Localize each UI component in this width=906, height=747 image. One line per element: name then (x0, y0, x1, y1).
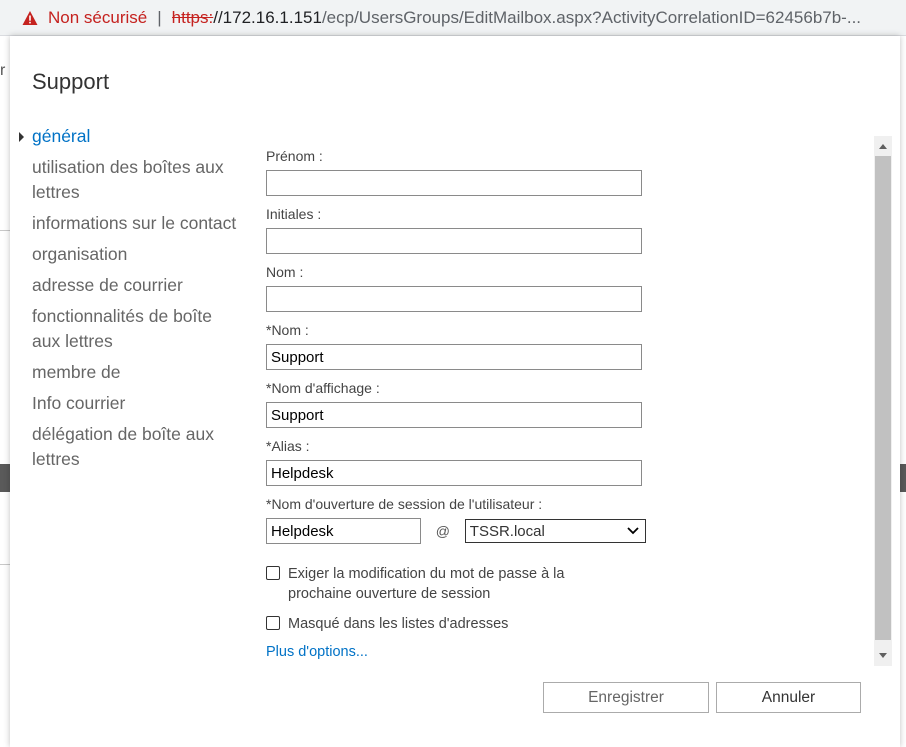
alias-input[interactable] (266, 460, 642, 486)
background-divider (0, 230, 10, 231)
logon-name-row: @ TSSR.local (266, 518, 646, 544)
require-password-change-checkbox[interactable] (266, 566, 280, 580)
address-bar[interactable]: Non sécurisé | https://172.16.1.151/ecp/… (0, 0, 906, 36)
address-separator: | (157, 7, 162, 27)
hidden-from-address-lists-option[interactable]: Masqué dans les listes d'adresses (266, 614, 596, 634)
nav-item-mailbox-delegation[interactable]: délégation de boîte aux lettres (32, 422, 242, 472)
last-name-label: Nom : (266, 264, 304, 280)
edit-mailbox-dialog: Support général utilisation des boîtes a… (10, 36, 900, 747)
scroll-up-icon[interactable] (874, 138, 892, 156)
more-options-link[interactable]: Plus d'options... (266, 644, 368, 660)
domain-select[interactable]: TSSR.local (464, 519, 646, 543)
caret-right-icon (19, 132, 24, 142)
logon-name-label: *Nom d'ouverture de session de l'utilisa… (266, 496, 543, 512)
background-divider (0, 564, 10, 565)
general-form: Prénom : Initiales : Nom : *Nom : *Nom d… (266, 146, 646, 660)
last-name-input[interactable] (266, 286, 642, 312)
require-password-change-label: Exiger la modification du mot de passe à… (288, 566, 565, 602)
scrollbar[interactable] (874, 136, 892, 666)
initials-input[interactable] (266, 228, 642, 254)
alias-label: *Alias : (266, 438, 310, 454)
warning-icon (22, 10, 38, 25)
nav-item-general[interactable]: général (19, 124, 242, 149)
domain-select-value: TSSR.local (469, 522, 545, 540)
nav-item-mailtip[interactable]: Info courrier (32, 391, 242, 416)
nav-item-mailbox-features[interactable]: fonctionnalités de boîte aux lettres (32, 304, 242, 354)
url-path: /ecp/UsersGroups/EditMailbox.aspx?Activi… (321, 7, 862, 27)
nav-item-email-address[interactable]: adresse de courrier (32, 273, 242, 298)
nav-item-contact-information[interactable]: informations sur le contact (32, 211, 242, 236)
background-page-text: r (0, 62, 6, 79)
scroll-down-icon[interactable] (874, 646, 892, 664)
chevron-down-icon (627, 527, 639, 535)
save-button[interactable]: Enregistrer (543, 682, 709, 713)
section-nav: général utilisation des boîtes aux lettr… (19, 124, 242, 478)
nav-item-organization[interactable]: organisation (32, 242, 242, 267)
dialog-title: Support (32, 69, 110, 94)
first-name-input[interactable] (266, 170, 642, 196)
logon-name-input[interactable] (266, 518, 421, 544)
url-text[interactable]: https://172.16.1.151/ecp/UsersGroups/Edi… (172, 8, 861, 28)
background-bar (900, 464, 906, 492)
display-name-label: *Nom d'affichage : (266, 380, 380, 396)
background-page (0, 36, 10, 747)
hidden-from-address-lists-label: Masqué dans les listes d'adresses (288, 616, 509, 632)
nav-item-mailbox-usage[interactable]: utilisation des boîtes aux lettres (32, 155, 242, 205)
cancel-button[interactable]: Annuler (716, 682, 861, 713)
security-warning[interactable]: Non sécurisé (48, 8, 147, 28)
name-input[interactable] (266, 344, 642, 370)
first-name-label: Prénom : (266, 148, 323, 164)
url-host: //172.16.1.151 (213, 7, 322, 27)
display-name-input[interactable] (266, 402, 642, 428)
url-scheme: https: (171, 7, 214, 27)
require-password-change-option[interactable]: Exiger la modification du mot de passe à… (266, 564, 596, 604)
nav-item-label: général (32, 126, 91, 146)
name-label: *Nom : (266, 322, 309, 338)
background-bar (0, 464, 10, 492)
hidden-from-address-lists-checkbox[interactable] (266, 616, 280, 630)
at-sign: @ (435, 523, 450, 539)
initials-label: Initiales : (266, 206, 322, 222)
scrollbar-thumb[interactable] (875, 156, 891, 640)
nav-item-member-of[interactable]: membre de (32, 360, 242, 385)
